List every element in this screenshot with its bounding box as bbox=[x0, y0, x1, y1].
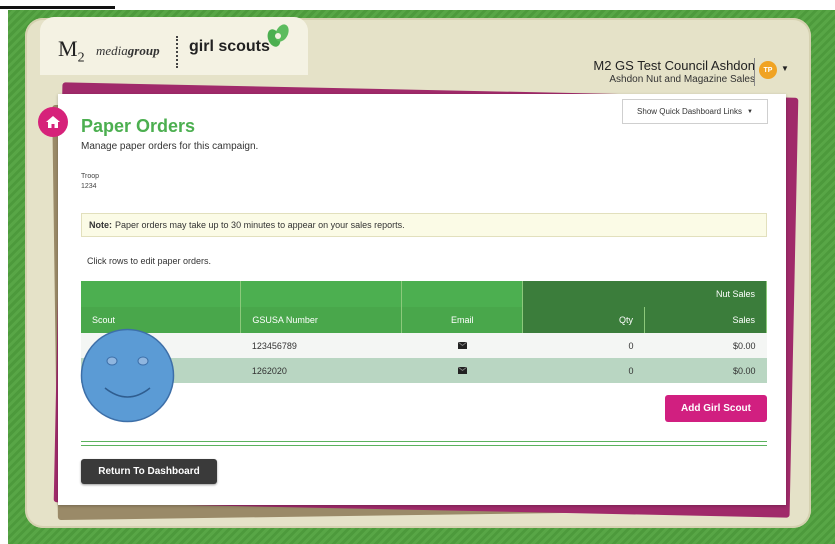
gsusa-cell: 123456789 bbox=[240, 333, 402, 358]
column-header-sales[interactable]: Sales bbox=[644, 307, 767, 333]
table-header-blank bbox=[81, 281, 242, 307]
page-title: Paper Orders bbox=[81, 116, 196, 136]
page-subtitle: Manage paper orders for this campaign. bbox=[81, 141, 259, 152]
user-separator bbox=[754, 58, 755, 86]
troop-value: 1234 bbox=[81, 183, 97, 190]
qty-cell: 0 bbox=[522, 333, 645, 358]
table-row[interactable]: 1262020 0 $0.00 bbox=[81, 358, 767, 383]
home-button[interactable] bbox=[38, 107, 68, 137]
trefoil-icon bbox=[267, 24, 289, 47]
email-cell[interactable] bbox=[401, 358, 523, 383]
sales-cell: $0.00 bbox=[644, 333, 767, 358]
redaction-smiley-icon bbox=[80, 328, 175, 423]
note-banner: Note: Paper orders may take up to 30 min… bbox=[81, 213, 767, 237]
paper-orders-table: Nut Sales Scout GSUSA Number Email Qty S… bbox=[81, 281, 767, 383]
add-girl-scout-button[interactable]: Add Girl Scout bbox=[665, 395, 767, 422]
caret-down-icon[interactable]: ▼ bbox=[781, 64, 789, 73]
mediagroup-logo: mediagroup bbox=[96, 43, 160, 58]
qty-cell: 0 bbox=[522, 358, 645, 383]
campaign-name: Ashdon Nut and Magazine Sales bbox=[609, 74, 755, 85]
home-icon bbox=[46, 116, 60, 128]
avatar[interactable]: TP bbox=[759, 61, 777, 79]
quick-dashboard-links-dropdown[interactable]: Show Quick Dashboard Links ▼ bbox=[622, 99, 768, 124]
quick-links-label: Show Quick Dashboard Links bbox=[637, 107, 742, 116]
envelope-icon bbox=[457, 366, 467, 374]
user-info[interactable]: M2 GS Test Council Ashdon Ashdon Nut and… bbox=[593, 58, 755, 85]
return-to-dashboard-button[interactable]: Return To Dashboard bbox=[81, 459, 217, 484]
column-header-email[interactable]: Email bbox=[401, 307, 524, 333]
email-cell[interactable] bbox=[401, 333, 523, 358]
table-header-blank bbox=[401, 281, 524, 307]
note-prefix: Note: bbox=[89, 220, 112, 230]
top-rule bbox=[0, 6, 115, 9]
chevron-down-icon: ▼ bbox=[747, 108, 753, 115]
nut-sales-header: Nut Sales bbox=[522, 281, 767, 307]
column-header-qty[interactable]: Qty bbox=[522, 307, 646, 333]
m2-logo: M2 bbox=[58, 36, 85, 66]
table-row[interactable]: 123456789 0 $0.00 bbox=[81, 333, 767, 358]
note-text: Paper orders may take up to 30 minutes t… bbox=[115, 220, 405, 230]
sales-cell: $0.00 bbox=[644, 358, 767, 383]
table-group-header-row: Nut Sales bbox=[81, 281, 767, 307]
gsusa-cell: 1262020 bbox=[240, 358, 402, 383]
logo-separator bbox=[176, 36, 178, 68]
troop-label: Troop bbox=[81, 173, 100, 180]
envelope-icon bbox=[457, 341, 467, 349]
girl-scouts-logo: girl scouts bbox=[189, 38, 270, 55]
council-name: M2 GS Test Council Ashdon bbox=[593, 58, 755, 73]
section-divider bbox=[81, 441, 767, 446]
table-header-blank bbox=[240, 281, 403, 307]
column-header-gsusa-number[interactable]: GSUSA Number bbox=[240, 307, 403, 333]
table-column-header-row: Scout GSUSA Number Email Qty Sales bbox=[81, 307, 767, 333]
click-hint: Click rows to edit paper orders. bbox=[87, 256, 212, 266]
